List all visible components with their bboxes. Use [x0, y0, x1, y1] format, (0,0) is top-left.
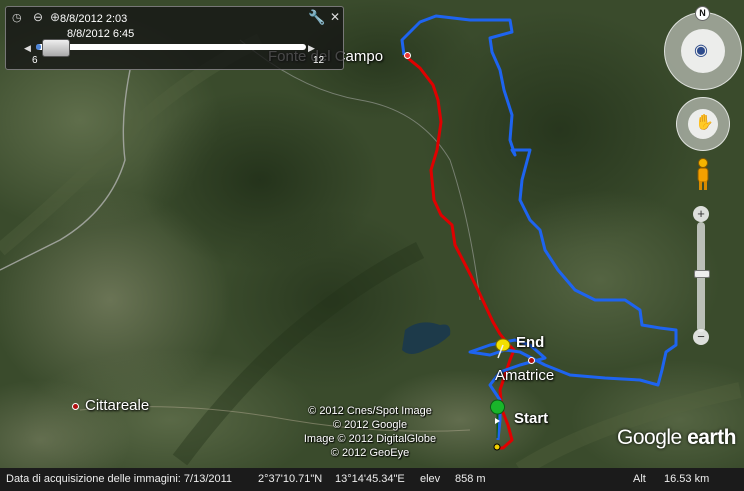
latitude-readout: 2°37'10.71"N: [258, 473, 323, 485]
place-label-cittareale[interactable]: Cittareale: [85, 397, 149, 414]
amatrice-marker[interactable]: [528, 357, 535, 364]
wrench-icon[interactable]: 🔧: [308, 9, 325, 26]
time-slider-panel: ◷ ⊖ ⊕ 8/8/2012 2:03 8/8/2012 6:45 🔧 ✕ ◀ …: [5, 6, 344, 70]
logo-earth: earth: [687, 426, 736, 449]
imagery-credits: © 2012 Cnes/Spot Image © 2012 Google Ima…: [290, 404, 450, 460]
zoom-slider-thumb[interactable]: [694, 270, 710, 278]
move-hand-icon[interactable]: ✋: [695, 113, 714, 131]
time-slider-fill: [36, 44, 42, 50]
look-icon[interactable]: ◉: [694, 40, 708, 60]
time-start-label: 8/8/2012 2:03: [60, 13, 128, 25]
zoom-in-icon[interactable]: ⊕: [50, 10, 60, 24]
elevation-label: elev: [420, 473, 441, 485]
credit-line: © 2012 Cnes/Spot Image: [308, 405, 432, 417]
google-earth-logo: Google earth: [617, 426, 736, 450]
compass-icon[interactable]: N: [695, 6, 710, 21]
altitude-readout: 16.53 km: [664, 473, 710, 485]
track-label-start[interactable]: Start: [514, 410, 548, 427]
imagery-date: Data di acquisizione delle immagini: 7/1…: [6, 473, 233, 485]
zoom-out-button[interactable]: −: [693, 329, 709, 345]
status-bar: Data di acquisizione delle immagini: 7/1…: [0, 468, 744, 491]
slider-max-label: 12: [313, 55, 325, 66]
elevation-readout: 858 m: [455, 473, 486, 485]
zoom-out-icon[interactable]: ⊖: [33, 10, 43, 24]
slider-min-label: 6: [32, 55, 38, 66]
credit-line: Image © 2012 DigitalGlobe: [303, 433, 437, 445]
credit-line: © 2012 GeoEye: [330, 447, 410, 459]
pegman-icon[interactable]: [694, 157, 712, 193]
track-label-end[interactable]: End: [516, 334, 544, 351]
credit-line: © 2012 Google: [332, 419, 408, 431]
slider-right-arrow-icon[interactable]: ▶: [308, 43, 315, 54]
place-label-amatrice[interactable]: Amatrice: [495, 367, 554, 384]
time-slider-thumb[interactable]: [42, 39, 70, 57]
longitude-readout: 13°14'45.34"E: [335, 473, 405, 485]
slider-left-arrow-icon[interactable]: ◀: [24, 43, 31, 54]
map-viewport[interactable]: Fonte del Campo Amatrice Cittareale End …: [0, 0, 744, 491]
close-icon[interactable]: ✕: [330, 10, 340, 24]
altitude-label: Alt: [633, 473, 646, 485]
look-control[interactable]: ◉: [664, 12, 742, 90]
time-end-label: 8/8/2012 6:45: [67, 28, 135, 40]
fonte-del-campo-marker[interactable]: [404, 52, 411, 59]
cittareale-marker[interactable]: [72, 403, 79, 410]
logo-google: Google: [617, 426, 682, 449]
clock-icon[interactable]: ◷: [12, 11, 22, 24]
zoom-in-button[interactable]: +: [693, 206, 709, 222]
time-slider-track[interactable]: [36, 44, 306, 50]
move-control[interactable]: ✋: [676, 97, 730, 151]
